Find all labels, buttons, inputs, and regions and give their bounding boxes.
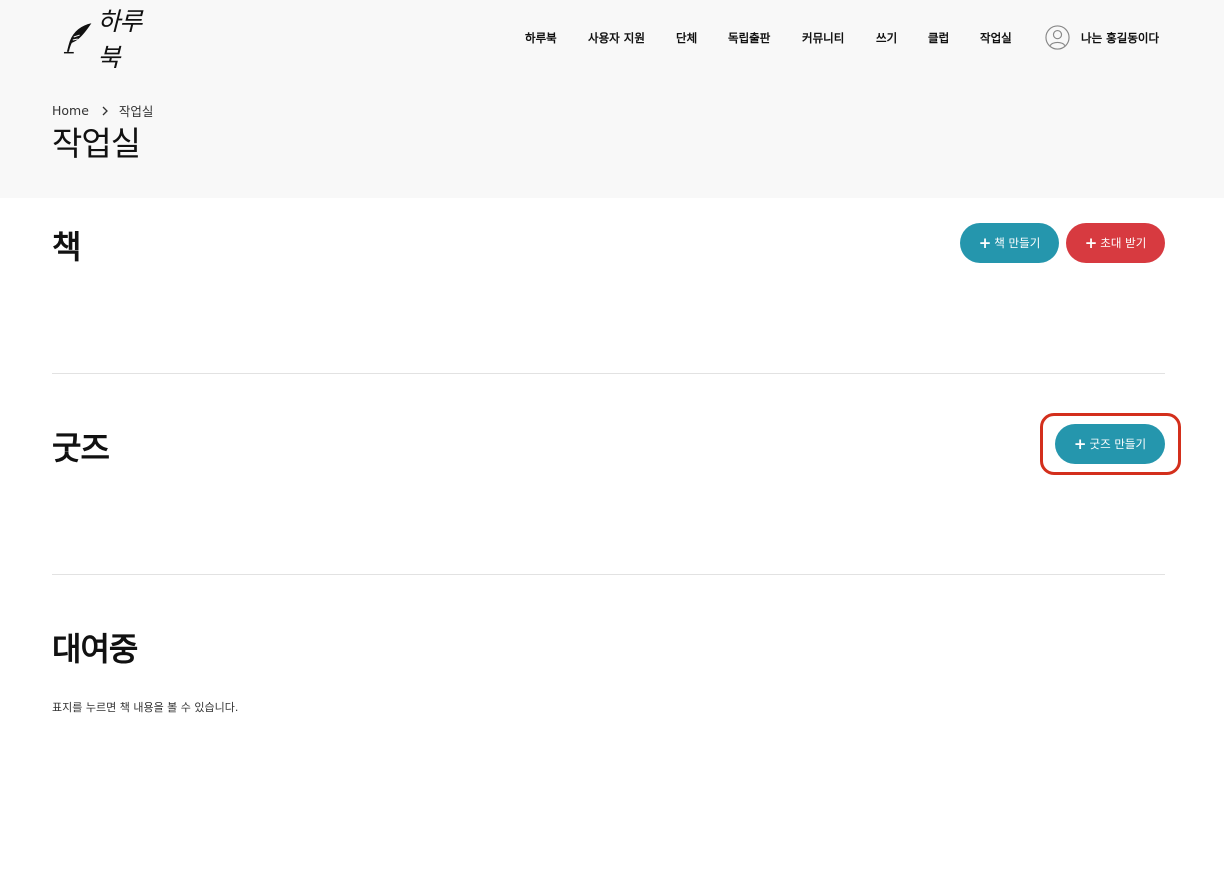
nav-item-write[interactable]: 쓰기 (876, 30, 897, 46)
quill-icon (63, 23, 92, 54)
chevron-right-icon (102, 106, 108, 115)
user-menu[interactable]: 나는 홍길동이다 (1045, 24, 1159, 51)
nav-item-community[interactable]: 커뮤니티 (802, 30, 844, 46)
logo-text: 하루북 (97, 7, 142, 72)
section-title-goods: 굿즈 (52, 429, 110, 467)
create-goods-button[interactable]: + 굿즈 만들기 (1055, 424, 1165, 464)
receive-invite-button[interactable]: + 초대 받기 (1066, 223, 1165, 263)
nav-item-support[interactable]: 사용자 지원 (588, 30, 645, 46)
nav-item-haroobook[interactable]: 하루북 (525, 30, 557, 46)
create-book-button[interactable]: + 책 만들기 (960, 223, 1059, 263)
receive-invite-label: 초대 받기 (1100, 236, 1147, 250)
plus-icon: + (978, 233, 992, 252)
plus-icon: + (1084, 233, 1098, 252)
user-name: 나는 홍길동이다 (1081, 30, 1160, 45)
nav-item-workroom[interactable]: 작업실 (980, 30, 1012, 46)
create-book-label: 책 만들기 (994, 236, 1041, 250)
user-avatar-icon (1045, 25, 1070, 50)
breadcrumb-home[interactable]: Home (52, 103, 89, 118)
section-divider (52, 574, 1165, 575)
section-title-rental: 대여중 (52, 630, 138, 668)
plus-icon: + (1073, 434, 1087, 453)
site-logo[interactable]: 하루북 (62, 7, 162, 72)
create-goods-label: 굿즈 만들기 (1089, 437, 1147, 451)
section-title-books: 책 (52, 228, 81, 266)
nav-item-indie-publishing[interactable]: 독립출판 (728, 30, 770, 46)
page-title: 작업실 (52, 124, 141, 163)
section-divider (52, 373, 1165, 374)
rental-hint-text: 표지를 누르면 책 내용을 볼 수 있습니다. (52, 701, 239, 714)
header-area: 하루북 하루북 사용자 지원 단체 독립출판 커뮤니티 쓰기 클럽 작업실 나는… (0, 0, 1224, 198)
nav-item-club[interactable]: 클럽 (928, 30, 949, 46)
nav-item-group[interactable]: 단체 (676, 30, 697, 46)
